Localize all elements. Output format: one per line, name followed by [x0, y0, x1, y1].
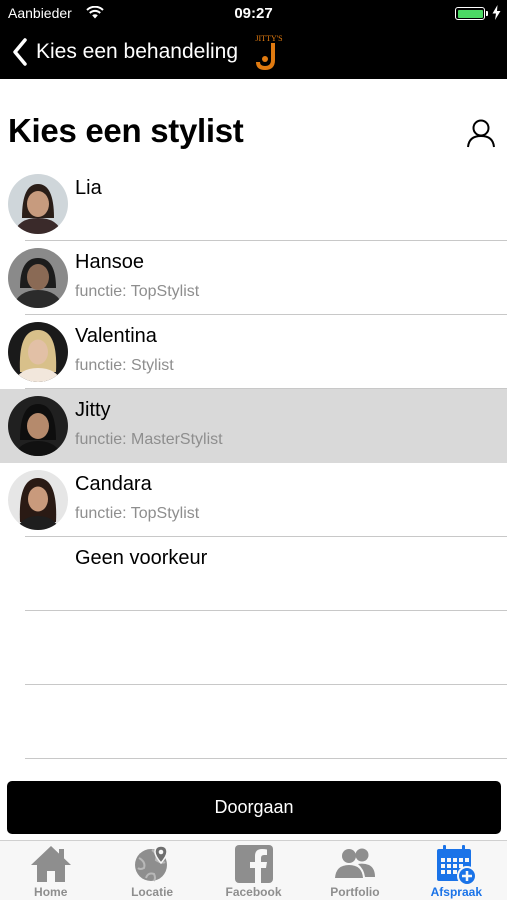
back-button[interactable]: Kies een behandeling	[12, 36, 238, 68]
tab-locatie[interactable]: Locatie	[101, 841, 202, 900]
status-time: 09:27	[234, 5, 273, 22]
empty-row	[0, 611, 507, 685]
calendar-add-icon	[437, 845, 478, 886]
user-icon[interactable]	[465, 117, 497, 149]
stylist-name: Hansoe	[75, 251, 144, 273]
tab-facebook[interactable]: Facebook	[203, 841, 304, 900]
avatar	[8, 174, 68, 234]
avatar	[8, 396, 68, 456]
stylist-row-no-preference[interactable]: Geen voorkeur	[0, 537, 507, 611]
stylist-role: functie: MasterStylist	[75, 431, 223, 448]
stylist-role: functie: Stylist	[75, 357, 174, 374]
chevron-left-icon	[13, 38, 27, 66]
tab-label: Afspraak	[430, 885, 482, 899]
stylist-name: Lia	[75, 177, 102, 199]
globe-pin-icon	[135, 845, 168, 882]
continue-button[interactable]: Doorgaan	[7, 781, 501, 834]
tab-home[interactable]: Home	[0, 841, 101, 900]
charging-icon	[492, 5, 501, 20]
stylist-name: Candara	[75, 473, 152, 495]
page-title: Kies een stylist	[8, 112, 244, 149]
tab-bar: Home Locatie Facebook Portfolio Afspraak	[0, 840, 507, 900]
stylist-list: Lia Hansoe functie: TopStylist Valentina…	[0, 167, 507, 759]
avatar	[8, 470, 68, 530]
avatar	[8, 322, 68, 382]
tab-label: Home	[34, 885, 68, 899]
back-label: Kies een behandeling	[36, 40, 239, 63]
empty-row	[0, 685, 507, 759]
stylist-row-candara[interactable]: Candara functie: TopStylist	[0, 463, 507, 537]
avatar	[8, 248, 68, 308]
stylist-row-jitty[interactable]: Jitty functie: MasterStylist	[0, 389, 507, 463]
tab-label: Facebook	[225, 885, 282, 899]
brand-logo: JITTY'S	[255, 34, 283, 71]
tab-label: Locatie	[131, 885, 174, 899]
stylist-role: functie: TopStylist	[75, 283, 200, 300]
navigation-bar: Kies een behandeling JITTY'S	[0, 26, 507, 79]
tab-afspraak[interactable]: Afspraak	[406, 841, 507, 900]
stylist-row-lia[interactable]: Lia	[0, 167, 507, 241]
facebook-icon	[234, 845, 273, 883]
svg-text:JITTY'S: JITTY'S	[255, 34, 282, 43]
status-bar: Aanbieder 09:27	[0, 0, 507, 26]
stylist-name: Geen voorkeur	[75, 547, 208, 569]
people-icon	[334, 848, 375, 878]
tab-portfolio[interactable]: Portfolio	[304, 841, 405, 900]
top-bar: Aanbieder 09:27 Kies een behandeling JIT…	[0, 0, 507, 79]
stylist-row-valentina[interactable]: Valentina functie: Stylist	[0, 315, 507, 389]
stylist-row-hansoe[interactable]: Hansoe functie: TopStylist	[0, 241, 507, 315]
home-icon	[30, 846, 71, 882]
divider	[25, 758, 507, 759]
battery-icon	[455, 7, 488, 20]
stylist-name: Jitty	[75, 399, 111, 421]
stylist-role: functie: TopStylist	[75, 505, 200, 522]
stylist-name: Valentina	[75, 325, 157, 347]
tab-label: Portfolio	[330, 885, 380, 899]
